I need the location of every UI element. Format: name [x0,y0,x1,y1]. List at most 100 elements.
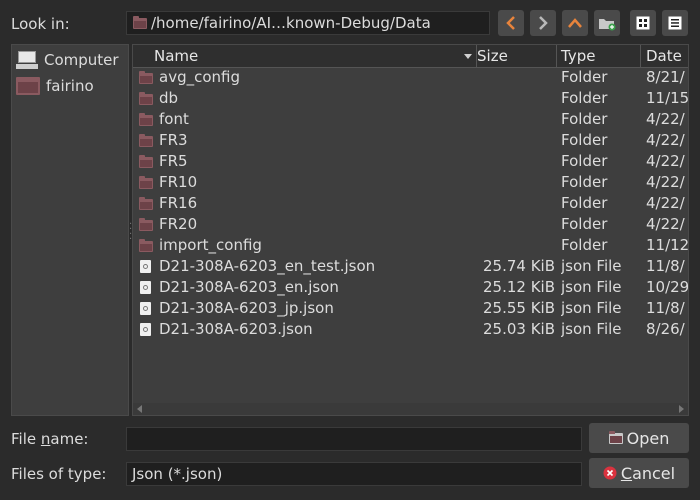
file-name-cell: avg_config [159,68,240,86]
arrow-right-icon [539,16,548,30]
file-size-cell [477,235,555,256]
grid-view-icon [636,16,650,30]
table-row[interactable]: font Folder 4/22/ [133,109,688,130]
column-header-name[interactable]: Name [133,45,477,67]
file-type-cell: Folder [561,173,608,191]
file-name-cell: D21-308A-6203_en.json [159,278,339,296]
file-type-cell: json File [561,257,622,275]
file-name-label: File name: [11,430,89,448]
table-row[interactable]: D21-308A-6203_jp.json 25.55 KiB json File 1… [133,298,688,319]
cancel-icon [603,466,617,480]
column-header-size[interactable]: Size [471,45,557,67]
file-size-cell [477,193,555,214]
scroll-left-icon[interactable] [137,405,142,413]
column-header-label: Date [646,47,682,65]
file-date-cell: 4/22/ [646,194,685,212]
table-row[interactable]: FR3 Folder 4/22/ [133,130,688,151]
table-row[interactable]: D21-308A-6203_en.json 25.12 KiB json File 1… [133,277,688,298]
file-type-cell: Folder [561,152,608,170]
file-type-cell: Folder [561,68,608,86]
look-in-label: Look in: [11,15,70,33]
file-type-cell: Folder [561,194,608,212]
arrow-left-icon [506,16,515,30]
table-row[interactable]: FR16 Folder 4/22/ [133,193,688,214]
icon-view-button[interactable] [630,10,656,36]
table-row[interactable]: FR10 Folder 4/22/ [133,172,688,193]
file-date-cell: 4/22/ [646,131,685,149]
new-folder-button[interactable] [594,10,620,36]
horizontal-scrollbar[interactable] [133,403,688,415]
file-type-cell: Folder [561,89,608,107]
file-type-cell: json File [561,320,622,338]
file-name-cell: FR3 [159,131,188,149]
column-header-label: Name [154,47,199,65]
file-type-value: Json (*.json) [132,465,223,483]
table-row[interactable]: FR5 Folder 4/22/ [133,151,688,172]
file-type-cell: Folder [561,110,608,128]
table-row[interactable]: avg_config Folder 8/21/ [133,67,688,88]
column-header: Name Size Type Date [133,45,688,68]
file-date-cell: 11/12 [646,236,689,254]
file-size-cell [477,151,555,172]
sidebar-item-fairino[interactable]: fairino [16,75,94,97]
cancel-button-label: Cancel [620,463,676,483]
file-date-cell: 4/22/ [646,173,685,191]
file-size-cell: 25.74 KiB [482,257,555,275]
file-size-cell: 25.55 KiB [482,299,555,317]
forward-button[interactable] [530,10,556,36]
file-name-cell: FR16 [159,194,198,212]
back-button[interactable] [498,10,524,36]
folder-icon [133,15,147,29]
file-size-cell [477,88,555,109]
file-name-cell: FR10 [159,173,198,191]
sidebar-item-label: fairino [46,77,94,95]
places-sidebar: Computer fairino [11,44,129,416]
file-type-label: Files of type: [11,465,107,483]
open-button[interactable]: Open [589,423,689,453]
file-date-cell: 11/8/ [646,257,685,275]
folder-icon [139,134,153,147]
table-row[interactable]: db Folder 11/15 [133,88,688,109]
file-name-input[interactable] [126,427,582,451]
detail-view-button[interactable] [662,10,688,36]
file-size-cell: 25.12 KiB [482,278,555,296]
folder-open-icon [608,430,623,444]
file-date-cell: 8/26/ [646,320,685,338]
table-row[interactable]: D21-308A-6203.json 25.03 KiB json File 8/26… [133,319,688,340]
file-date-cell: 8/21/ [646,68,685,86]
column-header-type[interactable]: Type [555,45,641,67]
table-row[interactable]: import_config Folder 11/12 [133,235,688,256]
folder-icon [139,176,153,189]
file-date-cell: 11/8/ [646,299,685,317]
parent-directory-button[interactable] [562,10,588,36]
file-date-cell: 10/29 [646,278,689,296]
cancel-button[interactable]: Cancel [589,458,689,488]
column-header-date[interactable]: Date [640,45,688,67]
sidebar-item-label: Computer [44,51,119,69]
file-type-cell: Folder [561,215,608,233]
sidebar-item-computer[interactable]: Computer [16,49,119,71]
folder-icon [139,218,153,231]
file-name-cell: FR5 [159,152,188,170]
folder-icon [139,92,153,105]
scroll-right-icon[interactable] [679,405,684,413]
file-size-cell [477,109,555,130]
file-type-cell: Folder [561,236,608,254]
table-row[interactable]: D21-308A-6203_en_test.json 25.74 KiB json … [133,256,688,277]
arrow-up-icon [568,18,582,28]
table-row[interactable]: FR20 Folder 4/22/ [133,214,688,235]
file-size-cell [477,214,555,235]
home-folder-icon [16,77,40,95]
open-button-label: Open [626,428,670,448]
file-name-cell: D21-308A-6203_en_test.json [159,257,376,275]
file-name-cell: import_config [159,236,262,254]
file-type-cell: json File [561,278,622,296]
file-name-cell: D21-308A-6203_jp.json [159,299,334,317]
file-size-cell [477,67,555,88]
file-type-combobox[interactable]: Json (*.json) [126,462,582,486]
folder-icon [139,197,153,210]
new-folder-icon [599,19,616,31]
file-size-cell [477,172,555,193]
path-combobox[interactable]: /home/fairino/AI…known-Debug/Data [126,11,490,35]
file-list-view[interactable]: Name Size Type Date avg_config Folder 8/21… [132,44,689,416]
